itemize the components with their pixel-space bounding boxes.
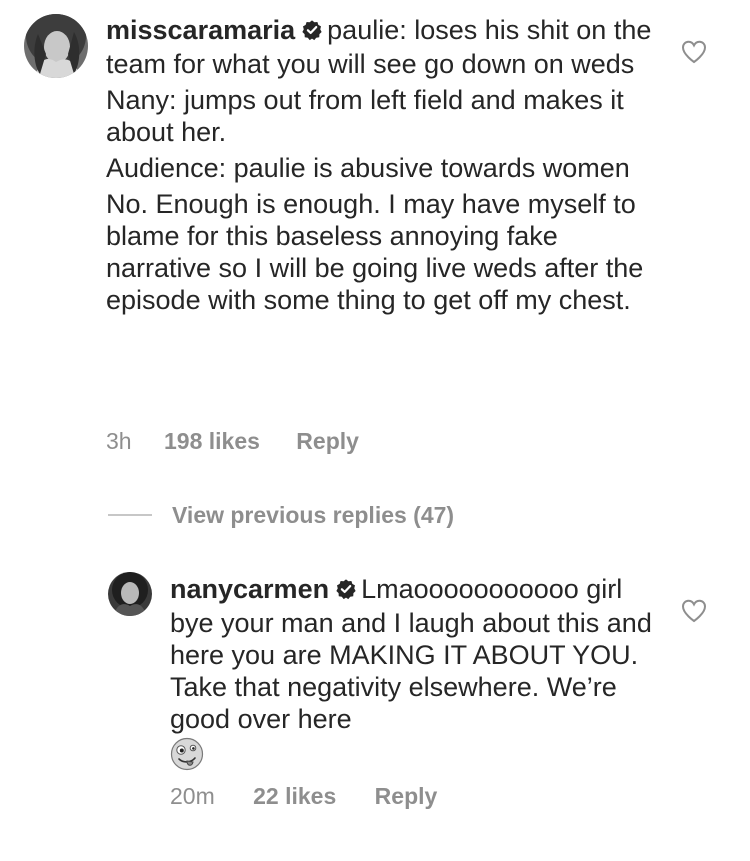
emoji-line bbox=[170, 737, 660, 772]
avatar[interactable] bbox=[108, 572, 152, 616]
verified-badge-icon bbox=[301, 16, 323, 48]
comment-text: nanycarmen Lmaooooooooooo girl bye your m… bbox=[170, 573, 660, 772]
comment-time: 20m bbox=[170, 783, 215, 809]
comment-text: misscaramaria paulie: loses his shit on t… bbox=[106, 14, 658, 316]
comment-username[interactable]: nanycarmen bbox=[170, 574, 329, 604]
comment-meta: 3h 198 likes Reply bbox=[106, 428, 359, 455]
verified-badge-icon bbox=[335, 575, 357, 607]
likes-count[interactable]: 22 likes bbox=[253, 783, 336, 810]
comment-line-2: Nany: jumps out from left field and make… bbox=[106, 85, 624, 147]
avatar[interactable] bbox=[24, 14, 88, 78]
comment-username[interactable]: misscaramaria bbox=[106, 15, 295, 45]
reply-button[interactable]: Reply bbox=[375, 783, 438, 810]
comment-line-4: No. Enough is enough. I may have myself … bbox=[106, 189, 644, 315]
heart-icon[interactable] bbox=[681, 599, 707, 623]
comment-line-1: misscaramaria paulie: loses his shit on t… bbox=[106, 14, 658, 80]
comment-time: 3h bbox=[106, 428, 132, 454]
comment-meta: 20m 22 likes Reply bbox=[170, 783, 437, 810]
divider-line bbox=[108, 514, 152, 516]
likes-count[interactable]: 198 likes bbox=[164, 428, 260, 455]
heart-icon[interactable] bbox=[681, 40, 707, 64]
crazy-face-emoji-icon bbox=[170, 737, 204, 771]
reply-button[interactable]: Reply bbox=[296, 428, 359, 455]
view-previous-replies-label: View previous replies (47) bbox=[172, 501, 455, 528]
comment-line-3: Audience: paulie is abusive towards wome… bbox=[106, 153, 630, 183]
view-previous-replies-button[interactable]: View previous replies (47) bbox=[108, 500, 454, 530]
comment-line-1: nanycarmen Lmaooooooooooo girl bye your m… bbox=[170, 573, 660, 735]
